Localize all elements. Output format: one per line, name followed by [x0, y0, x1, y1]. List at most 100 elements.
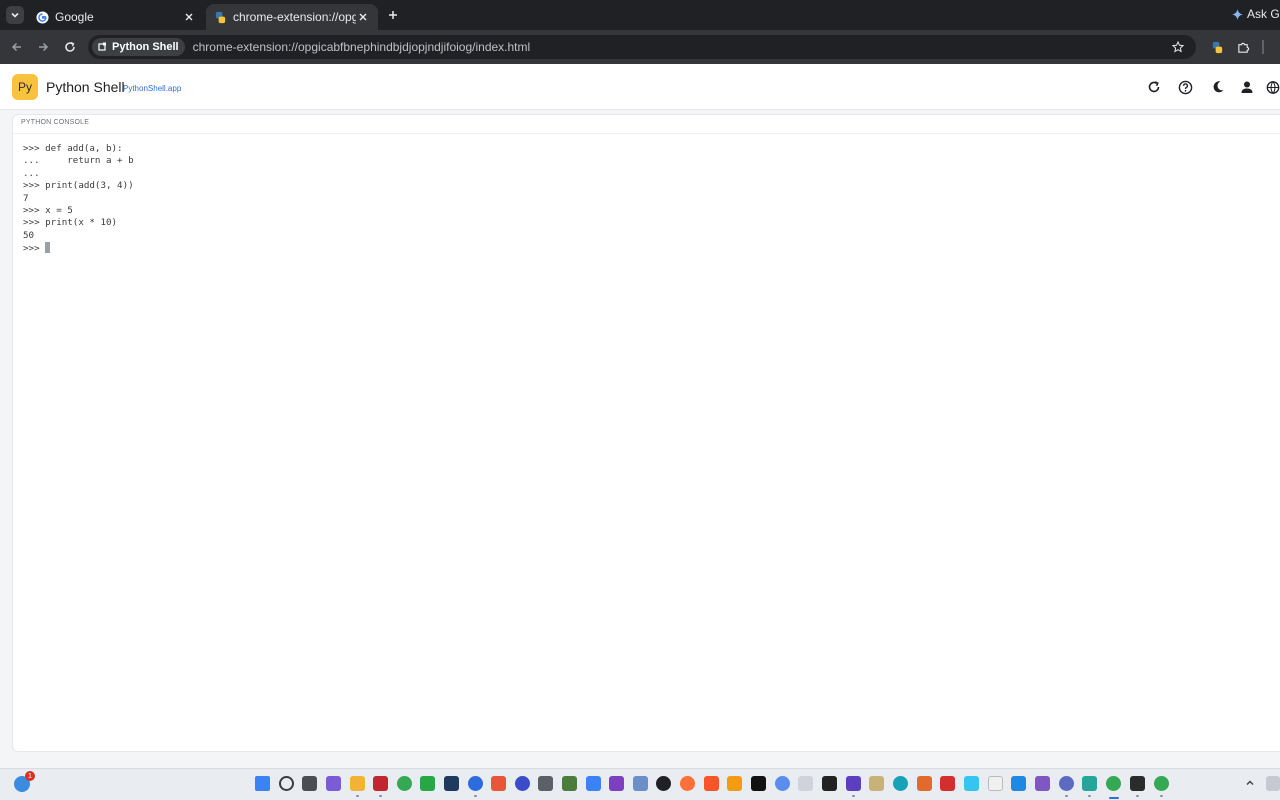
sticky-notes-icon[interactable]: [822, 776, 837, 791]
console-output[interactable]: >>> def add(a, b):... return a + b... >>>…: [23, 143, 134, 256]
file-explorer-icon[interactable]: [350, 776, 365, 791]
running-indicator: [1136, 795, 1139, 797]
moon-icon: [1213, 81, 1224, 93]
bookmark-button[interactable]: [1170, 39, 1186, 55]
search-icon[interactable]: [279, 776, 294, 791]
help-icon: [1178, 80, 1192, 94]
running-indicator: [1160, 795, 1163, 797]
chrome-profile-icon[interactable]: [1154, 776, 1169, 791]
app-website-link[interactable]: PythonShell.app: [123, 84, 181, 93]
app-tools-icon[interactable]: [727, 776, 742, 791]
tab-google[interactable]: Google: [28, 4, 204, 30]
browser-tab-strip: Google chrome-extension://opgicabfbn Ask…: [0, 0, 1280, 30]
headset-app-icon[interactable]: [515, 776, 530, 791]
active-window-indicator: [1109, 797, 1119, 799]
refresh-button[interactable]: [1144, 77, 1164, 97]
console-line: >>> print(x * 10): [23, 217, 118, 229]
show-hidden-icons-button[interactable]: [1244, 777, 1256, 789]
cat-app-icon[interactable]: [538, 776, 553, 791]
vscode-icon[interactable]: [1011, 776, 1026, 791]
help-button[interactable]: [1175, 77, 1195, 97]
language-button[interactable]: [1266, 77, 1280, 97]
visual-studio-icon[interactable]: [609, 776, 624, 791]
star-icon: [1172, 41, 1184, 53]
app-s-icon[interactable]: [491, 776, 506, 791]
tab-close-button[interactable]: [356, 10, 370, 24]
terminal-icon[interactable]: [1130, 776, 1145, 791]
app-header: Py Python Shell PythonShell.app: [0, 64, 1280, 110]
taskbar: 1: [0, 768, 1280, 800]
address-bar[interactable]: Python Shell chrome-extension://opgicabf…: [88, 35, 1196, 59]
close-icon: [185, 13, 193, 21]
tab-google-title: Google: [55, 10, 94, 24]
zoom-icon[interactable]: [468, 776, 483, 791]
app-dark-icon[interactable]: [656, 776, 671, 791]
dark-mode-toggle[interactable]: [1208, 77, 1228, 97]
account-icon: [1241, 81, 1253, 93]
console-input-line[interactable]: >>>: [23, 242, 134, 255]
url-text[interactable]: chrome-extension://opgicabfbnephindbjdjo…: [193, 40, 531, 54]
notepad-icon[interactable]: [1082, 776, 1097, 791]
app-indigo-icon[interactable]: [1059, 776, 1074, 791]
close-icon: [359, 13, 367, 21]
ask-gemini-button[interactable]: Ask Gem: [1232, 7, 1280, 21]
console-line: >>> x = 5: [23, 205, 73, 217]
chrome-active-icon[interactable]: [1106, 776, 1121, 791]
pdf-app-icon[interactable]: [940, 776, 955, 791]
app-purple-icon[interactable]: [846, 776, 861, 791]
gemini-sparkle-icon: [1232, 8, 1243, 20]
chevron-up-icon: [1246, 780, 1254, 785]
account-button[interactable]: [1237, 77, 1257, 97]
mail-icon[interactable]: [798, 776, 813, 791]
tab-python-shell[interactable]: chrome-extension://opgicabfbn: [206, 4, 378, 30]
app-orange-icon[interactable]: [917, 776, 932, 791]
reload-button[interactable]: [61, 38, 79, 56]
app-s2-icon[interactable]: [586, 776, 601, 791]
app-circle-icon[interactable]: [775, 776, 790, 791]
slack-icon[interactable]: [964, 776, 979, 791]
tab-close-button[interactable]: [182, 10, 196, 24]
back-button[interactable]: [8, 38, 26, 56]
filezilla-icon[interactable]: [373, 776, 388, 791]
console-line: 50: [23, 229, 35, 241]
app-a-icon[interactable]: [988, 776, 1003, 791]
task-view-icon[interactable]: [302, 776, 317, 791]
copilot-icon[interactable]: [326, 776, 341, 791]
browser-toolbar: Python Shell chrome-extension://opgicabf…: [0, 30, 1280, 64]
extensions-button[interactable]: [1234, 38, 1252, 56]
tab-search-button[interactable]: [6, 6, 24, 24]
turtle-app-icon[interactable]: [562, 776, 577, 791]
forward-button[interactable]: [34, 38, 52, 56]
reload-icon: [65, 41, 75, 52]
plus-icon: [389, 11, 397, 19]
brave-icon[interactable]: [704, 776, 719, 791]
pycharm-icon[interactable]: [751, 776, 766, 791]
running-indicator: [474, 795, 477, 797]
chevron-down-icon: [11, 12, 19, 18]
firefox-icon[interactable]: [680, 776, 695, 791]
console-line: >>> def add(a, b):: [23, 143, 123, 154]
app-violet-icon[interactable]: [1035, 776, 1050, 791]
google-icon: [36, 10, 49, 24]
new-tab-button[interactable]: [384, 6, 402, 24]
tab-python-shell-title: chrome-extension://opgicabfbn: [233, 10, 356, 24]
app-teal-icon[interactable]: [893, 776, 908, 791]
console-line: ... return a + b: [23, 155, 134, 167]
network-icon[interactable]: [1266, 776, 1280, 791]
console-label: PYTHON CONSOLE: [21, 119, 90, 126]
chrome-icon[interactable]: [397, 776, 412, 791]
refresh-icon: [1148, 81, 1160, 93]
start-icon[interactable]: [255, 776, 270, 791]
console-divider: [13, 133, 1280, 134]
app-page: Py Python Shell PythonShell.app PYTHON C…: [0, 64, 1280, 768]
extension-icon: [98, 42, 106, 51]
terminal-app-icon[interactable]: [444, 776, 459, 791]
running-indicator: [1088, 795, 1091, 797]
app-c-icon[interactable]: [420, 776, 435, 791]
python-icon: [1212, 41, 1222, 53]
python-extension-button[interactable]: [1208, 38, 1226, 56]
site-info-chip[interactable]: Python Shell: [92, 38, 185, 56]
app-tan-icon[interactable]: [869, 776, 884, 791]
app-globe-icon[interactable]: [633, 776, 648, 791]
python-console-panel[interactable]: PYTHON CONSOLE >>> def add(a, b):... ret…: [12, 114, 1280, 752]
